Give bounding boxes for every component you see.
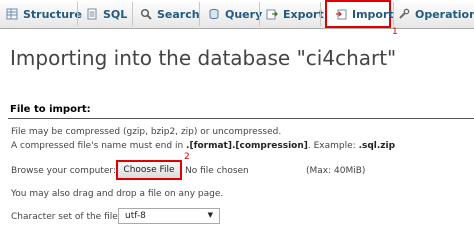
section-divider [8, 118, 474, 119]
browse-label: Browse your computer: [11, 166, 117, 176]
annotation-marker-1: 1 [392, 27, 398, 37]
tab-sql[interactable]: SQL [86, 0, 127, 28]
no-file-chosen-text: No file chosen [185, 166, 249, 176]
annotation-marker-2: 2 [184, 152, 190, 162]
sql-icon [86, 8, 98, 20]
compressed-name-format: .[format].[compression] [186, 141, 308, 151]
compressed-name-prefix: A compressed file's name must end in [11, 141, 187, 151]
tab-search[interactable]: Search [140, 0, 200, 28]
compressed-name-mid: . Example: [307, 141, 359, 151]
wrench-icon [398, 8, 410, 20]
compression-info: File may be compressed (gzip, bzip2, zip… [11, 127, 282, 137]
page-title: Importing into the database "ci4chart" [10, 46, 397, 70]
tab-import[interactable]: Import [325, 0, 394, 28]
tab-sql-label: SQL [103, 7, 128, 21]
choose-file-button[interactable]: Choose File [116, 160, 182, 180]
tab-query[interactable]: Query [208, 0, 262, 28]
query-icon [208, 8, 220, 20]
tab-structure[interactable]: Structure [6, 0, 82, 28]
export-icon [266, 8, 278, 20]
chevron-down-icon: ▼ [207, 211, 213, 219]
max-size-text: (Max: 40MiB) [306, 166, 366, 176]
tab-export-label: Export [283, 7, 324, 21]
tab-operations-label: Operations [415, 7, 474, 21]
tab-query-label: Query [225, 7, 263, 21]
section-title: File to import: [10, 104, 91, 115]
compressed-name-info: A compressed file's name must end in .[f… [11, 141, 395, 151]
tab-import-label: Import [352, 7, 394, 21]
compressed-name-example: .sql.zip [358, 141, 396, 151]
charset-label: Character set of the file: [11, 212, 121, 222]
drag-drop-info: You may also drag and drop a file on any… [11, 189, 224, 199]
charset-select[interactable]: utf-8 ▼ [118, 208, 220, 224]
tab-search-label: Search [157, 7, 200, 21]
charset-value: utf-8 [125, 211, 146, 221]
import-icon [335, 8, 347, 20]
tab-export[interactable]: Export [266, 0, 324, 28]
search-icon [140, 8, 152, 20]
structure-icon [6, 8, 18, 20]
tab-bar: Structure SQL Search Query Export Import [0, 0, 474, 29]
tab-operations[interactable]: Operations [398, 0, 474, 28]
tab-structure-label: Structure [23, 7, 82, 21]
